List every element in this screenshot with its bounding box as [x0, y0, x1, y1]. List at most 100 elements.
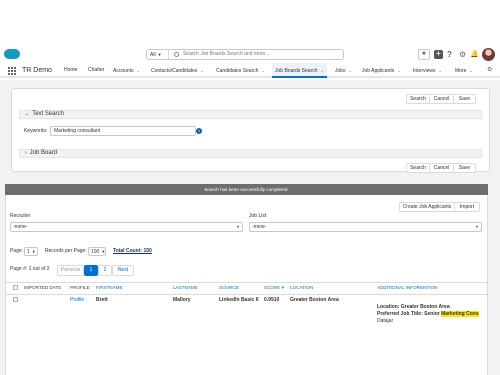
global-search[interactable]: All ▼ Search Job Boards Search and more..…	[146, 49, 344, 60]
nav-item-accounts[interactable]: Accounts ⌄	[113, 63, 140, 78]
additional-extra: Datajar	[377, 318, 394, 324]
additional-preferred-title: Preferred Job Title: Senior Marketing Co…	[377, 311, 479, 318]
col-score-label: Score	[264, 285, 281, 290]
top-button-group: Search Cancel Save	[406, 94, 476, 104]
save-button[interactable]: Save	[454, 164, 475, 172]
chevron-down-icon: ⌄	[25, 111, 30, 117]
chevron-right-icon: ›	[25, 150, 27, 156]
nav-item-jobs[interactable]: Jobs ⌄	[335, 63, 352, 78]
page-info: Page #: 1 out of 2	[10, 266, 50, 272]
job-list-select[interactable]: -none- ▼	[249, 222, 482, 232]
page-select[interactable]: 1 ▼	[24, 247, 38, 256]
nav-label: Job Boards Search	[275, 68, 318, 74]
table-header-bottom-border	[5, 294, 488, 295]
col-lastname[interactable]: Lastname	[173, 284, 198, 292]
add-icon[interactable]: +	[434, 50, 443, 59]
nav-item-job-boards-search[interactable]: Job Boards Search ⌄	[272, 63, 327, 78]
chevron-down-icon[interactable]: ⌄	[439, 68, 442, 73]
nav-item-chatter[interactable]: Chatter	[88, 63, 104, 78]
salesforce-logo[interactable]	[4, 49, 20, 59]
cell-firstname: Brett	[96, 297, 108, 303]
job-board-section-header[interactable]: › Job Board	[19, 149, 482, 158]
save-button[interactable]: Save	[454, 95, 475, 103]
chevron-down-icon[interactable]: ⌄	[349, 68, 352, 73]
search-button[interactable]: Search	[407, 95, 430, 103]
col-profile[interactable]: Profile	[70, 284, 90, 292]
chevron-down-icon: ▼	[475, 224, 479, 229]
sort-desc-icon: ▾	[280, 285, 284, 290]
nav-item-home[interactable]: Home	[64, 63, 77, 78]
nav-label: Candidates Search	[216, 68, 259, 74]
chevron-down-icon[interactable]: ⌄	[200, 68, 203, 73]
setup-gear-icon[interactable]: ⚙	[459, 49, 467, 60]
create-job-applicants-button[interactable]: Create Job Applicants	[400, 203, 455, 211]
chevron-down-icon[interactable]: ⌄	[321, 68, 324, 73]
nav-label: Accounts	[113, 68, 134, 74]
recruiter-value: -none-	[13, 224, 28, 230]
page-2-button[interactable]: 2	[98, 265, 112, 276]
records-per-page-label: Records per Page:	[45, 248, 87, 254]
app-name: TR Demo	[22, 67, 52, 74]
chevron-down-icon: ▼	[31, 249, 36, 254]
nav-item-candidates-search[interactable]: Candidates Search ⌄	[216, 63, 265, 78]
records-value: 100	[91, 249, 100, 255]
nav-item-job-applicants[interactable]: Job Applicants ⌄	[362, 63, 401, 78]
col-imported-date[interactable]: Imported Date	[24, 284, 61, 292]
next-page-button[interactable]: Next	[112, 265, 134, 276]
notifications-icon[interactable]: 🔔	[470, 49, 479, 60]
nav-label: More	[455, 68, 467, 74]
chevron-down-icon[interactable]: ⌄	[262, 68, 265, 73]
help-icon[interactable]: ?	[447, 49, 455, 60]
col-additional-information[interactable]: Additional Information	[377, 284, 438, 292]
job-list-label: Job List	[249, 213, 267, 219]
nav-item-contacts-candidates[interactable]: Contacts/Candidates ⌄	[151, 63, 204, 78]
app-launcher-icon[interactable]	[8, 67, 16, 75]
search-icon	[174, 52, 179, 57]
page-1-button[interactable]: 1	[84, 265, 98, 276]
nav-label: Chatter	[88, 67, 105, 73]
profile-link[interactable]: Profile	[70, 296, 84, 304]
info-icon[interactable]: i	[196, 128, 202, 134]
row-checkbox[interactable]	[13, 297, 18, 302]
cancel-button[interactable]: Cancel	[430, 164, 454, 172]
edit-nav-gear-icon[interactable]: ⚙	[487, 63, 492, 78]
col-score[interactable]: Score ▾	[264, 284, 284, 292]
records-per-page-select[interactable]: 100 ▼	[88, 247, 106, 256]
import-button[interactable]: Import	[455, 203, 479, 211]
nav-item-interviews[interactable]: Interviews ⌄	[413, 63, 442, 78]
keywords-input[interactable]: Marketing consultant	[50, 126, 196, 136]
previous-page-button[interactable]: Previous	[57, 265, 84, 276]
favorites-icon[interactable]: ★	[418, 49, 430, 60]
chevron-down-icon[interactable]: ⌄	[137, 68, 140, 73]
search-scope-select[interactable]: All ▼	[147, 50, 169, 59]
total-count-link[interactable]: Total Count: 150	[113, 247, 152, 256]
col-source[interactable]: Source	[219, 284, 239, 292]
chevron-down-icon[interactable]: ⌄	[397, 68, 400, 73]
nav-label: Interviews	[413, 68, 436, 74]
keywords-label: Keywords:	[24, 128, 48, 134]
col-location[interactable]: Location	[290, 284, 313, 292]
status-message: Search has been successfully completed.	[5, 184, 488, 195]
select-all-checkbox[interactable]	[13, 285, 18, 290]
nav-label: Job Applicants	[362, 68, 395, 74]
avatar[interactable]	[482, 48, 495, 61]
chevron-down-icon: ▼	[101, 249, 106, 254]
page-value: 1	[27, 249, 30, 255]
nav-item-more[interactable]: More ⌄	[455, 63, 473, 78]
search-input[interactable]: Search Job Boards Search and more...	[183, 50, 269, 59]
cancel-button[interactable]: Cancel	[430, 95, 454, 103]
recruiter-select[interactable]: -none- ▼	[10, 222, 243, 232]
text-search-section-header[interactable]: ⌄ Text Search	[19, 110, 482, 119]
section-title: Job Board	[29, 150, 58, 156]
page-label: Page:	[10, 248, 24, 254]
search-button[interactable]: Search	[407, 164, 430, 172]
cell-source: LinkedIn Basic II	[219, 297, 259, 303]
chevron-down-icon: ▼	[157, 52, 162, 57]
chevron-down-icon[interactable]: ⌄	[469, 68, 472, 73]
keyword-highlight: Marketing Cons	[441, 311, 479, 317]
results-action-group: Create Job Applicants Import	[399, 202, 480, 212]
col-firstname[interactable]: Firstname	[96, 284, 123, 292]
recruiter-label: Recruiter	[10, 213, 31, 219]
job-list-value: -none-	[252, 224, 267, 230]
nav-label: Contacts/Candidates	[151, 68, 198, 74]
